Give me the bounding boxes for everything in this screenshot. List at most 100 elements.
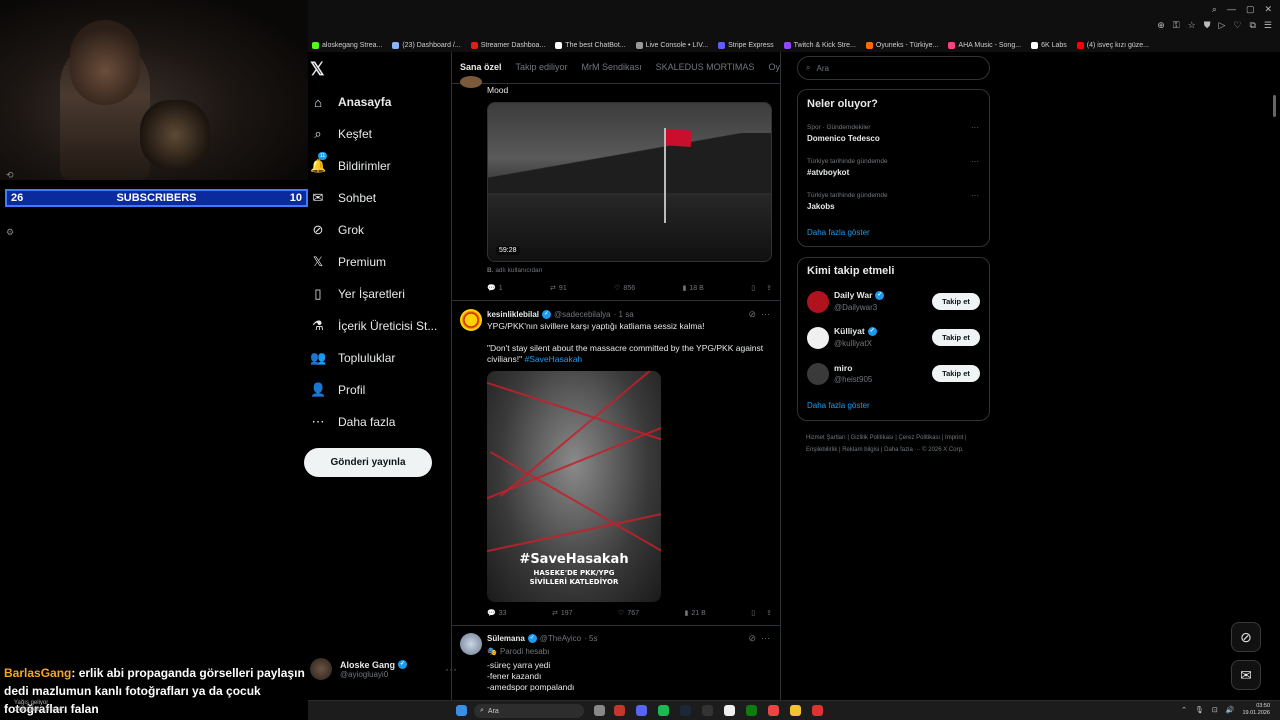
trend-name[interactable]: #atvboykot (807, 168, 849, 177)
more-icon[interactable]: ··· (971, 191, 979, 200)
follow-button[interactable]: Takip et (932, 365, 980, 382)
zoom-icon[interactable]: ⊕ (1157, 20, 1165, 31)
bookmark-item[interactable]: Oyuneks - Türkiye... (865, 38, 938, 52)
bookmark-button[interactable]: ▯ ⇪ (751, 609, 772, 617)
key-icon[interactable]: ⚿ (1173, 20, 1180, 31)
more-icon[interactable]: ··· (761, 309, 770, 319)
avatar[interactable] (807, 327, 829, 349)
network-icon[interactable]: ⊡ (1212, 706, 1218, 714)
retweet-button[interactable]: ⇄ 91 (550, 284, 567, 293)
search-input[interactable]: ⌕ Ara (797, 56, 990, 80)
footer-links[interactable]: Hizmet Şartları | Gizlilik Politikası | … (806, 432, 986, 456)
tab-2[interactable]: MrM Sendikası (582, 62, 642, 73)
author-name[interactable]: Sülemana (487, 634, 525, 643)
maximize-icon[interactable]: ▢ (1246, 4, 1255, 15)
nav-item-4[interactable]: ⊘ Grok (310, 220, 364, 240)
show-more-link[interactable]: Daha fazla göster (807, 228, 870, 237)
follow-button[interactable]: Takip et (932, 293, 980, 310)
menu-icon[interactable]: ☰ (1264, 20, 1272, 31)
nav-item-1[interactable]: ⌕ Keşfet (310, 124, 372, 144)
avatar[interactable] (807, 291, 829, 313)
who-name[interactable]: miro (834, 363, 852, 373)
heart-icon[interactable]: ♡ (1233, 20, 1241, 31)
account-switcher[interactable]: Aloske Gang ✓ @ayiogluayi0 ··· (310, 658, 457, 680)
scrollbar[interactable] (1273, 95, 1276, 117)
bookmark-item[interactable]: Streamer Dashboa... (470, 38, 545, 52)
avatar[interactable] (460, 76, 482, 88)
app-icon[interactable] (768, 705, 779, 716)
history-icon[interactable]: ⟲ (6, 170, 14, 181)
bookmark-item[interactable]: (23) Dashboard /... (392, 38, 461, 52)
play-icon[interactable]: ▷ (1218, 20, 1225, 31)
grok-fab[interactable]: ⊘ (1231, 622, 1261, 652)
bookmark-item[interactable]: Stripe Express (718, 38, 774, 52)
nav-item-5[interactable]: 𝕏 Premium (310, 252, 386, 272)
author-handle[interactable]: @TheAyico (540, 634, 581, 643)
author-handle[interactable]: @sadecebilalya (554, 310, 611, 319)
follow-button[interactable]: Takip et (932, 329, 980, 346)
avatar[interactable] (807, 363, 829, 385)
taskbar-search[interactable]: ⌕ Ara (474, 704, 584, 718)
who-name[interactable]: Daily War ✓ (834, 290, 885, 300)
clock[interactable]: 03:50 19.01.2026 (1242, 703, 1270, 717)
task-view-icon[interactable] (594, 705, 605, 716)
more-icon[interactable]: ··· (971, 157, 979, 166)
bookmark-item[interactable]: Twitch & Kick Stre... (783, 38, 856, 52)
share-icon[interactable]: ⇪ (766, 609, 772, 617)
trend-name[interactable]: Jakobs (807, 202, 835, 211)
avatar[interactable] (460, 633, 482, 655)
tweet-time[interactable]: · 5s (584, 634, 597, 643)
nav-item-9[interactable]: 👤 Profil (310, 380, 365, 400)
views-button[interactable]: ▮ 18 B (683, 284, 704, 293)
app-icon[interactable] (812, 705, 823, 716)
like-button[interactable]: ♡ 856 (614, 284, 635, 293)
tweet-image[interactable]: #SaveHasakah HASEKE'DE PKK/YPG SİVİLLERİ… (487, 371, 661, 602)
messages-fab[interactable]: ✉ (1231, 660, 1261, 690)
grok-icon[interactable]: ⊘ (748, 633, 756, 643)
more-icon[interactable]: ··· (971, 123, 979, 132)
reply-button[interactable]: 💬 1 (487, 284, 503, 293)
close-icon[interactable]: ✕ (1264, 4, 1272, 15)
tweet-more[interactable]: ⊘ ··· (748, 309, 770, 320)
shield-icon[interactable]: ⛊ (1204, 20, 1211, 31)
settings-icon[interactable]: ⚙ (6, 227, 14, 238)
chevron-up-icon[interactable]: ⌃ (1181, 706, 1187, 714)
like-button[interactable]: ♡ 767 (618, 609, 639, 618)
volume-icon[interactable]: 🔊 (1226, 706, 1235, 714)
tab-4[interactable]: Oyu (768, 62, 780, 73)
mic-icon[interactable]: 🎙 (1195, 706, 1204, 714)
nav-item-10[interactable]: ⋯ Daha fazla (310, 412, 396, 432)
bookmark-item[interactable]: aloskegang Strea... (312, 38, 382, 52)
who-name[interactable]: Külliyat ✓ (834, 326, 877, 336)
more-icon[interactable]: ··· (761, 633, 770, 643)
author-name[interactable]: kesinliklebilal (487, 310, 539, 319)
bookmark-item[interactable]: AHA Music - Song... (948, 38, 1021, 52)
discord-icon[interactable] (636, 705, 647, 716)
show-more-link[interactable]: Daha fazla göster (807, 401, 870, 410)
reply-button[interactable]: 💬 33 (487, 609, 507, 618)
steam-icon[interactable] (680, 705, 691, 716)
opera-icon[interactable] (614, 705, 625, 716)
tweet-video[interactable]: 59:28 (487, 102, 772, 262)
share-icon[interactable]: ⇪ (766, 284, 772, 292)
windows-start-icon[interactable] (456, 705, 467, 716)
post-button[interactable]: Gönderi yayınla (304, 448, 432, 477)
extensions-icon[interactable]: ⧉ (1249, 20, 1255, 31)
tab-3[interactable]: SKALEDUS MORTIMAS (656, 62, 755, 73)
bookmark-star-icon[interactable]: ☆ (1188, 20, 1196, 31)
tab-1[interactable]: Takip ediliyor (516, 62, 568, 73)
folder-icon[interactable] (790, 705, 801, 716)
grok-icon[interactable]: ⊘ (748, 309, 756, 319)
bookmark-item[interactable]: (4) isveç kızı güze... (1076, 38, 1149, 52)
nav-item-2[interactable]: 🔔 Bildirimler 11 (310, 152, 391, 176)
bookmark-item[interactable]: 6K Labs (1031, 38, 1067, 52)
nav-item-0[interactable]: ⌂ Anasayfa (310, 92, 391, 112)
nav-item-3[interactable]: ✉ Sohbet (310, 188, 377, 208)
tweet-time[interactable]: · 1 sa (614, 310, 634, 319)
spotify-icon[interactable] (658, 705, 669, 716)
nav-item-8[interactable]: 👥 Topluluklar (310, 348, 395, 368)
bookmark-item[interactable]: The best ChatBot... (555, 38, 626, 52)
xbox-icon[interactable] (746, 705, 757, 716)
app-icon[interactable] (724, 705, 735, 716)
epic-icon[interactable] (702, 705, 713, 716)
